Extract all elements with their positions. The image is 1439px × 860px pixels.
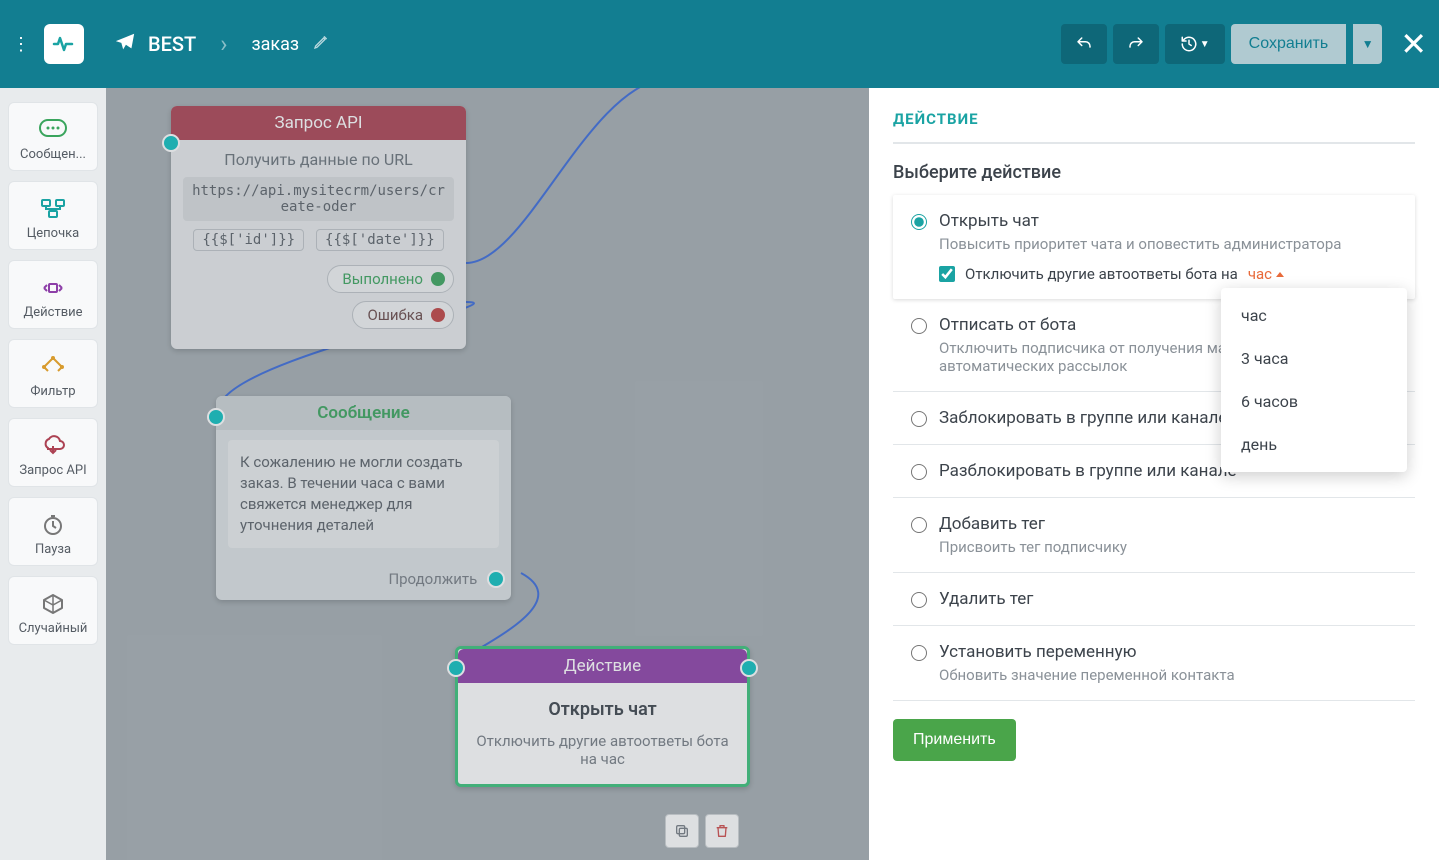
dropdown-item[interactable]: 6 часов	[1221, 380, 1407, 423]
telegram-icon	[114, 31, 136, 57]
caret-down-icon: ▼	[1200, 39, 1210, 50]
tool-action[interactable]: Действие	[8, 260, 98, 329]
out-error[interactable]: Ошибка	[352, 301, 454, 329]
undo-button[interactable]	[1061, 24, 1107, 64]
radio-open-chat[interactable]	[911, 214, 927, 230]
out-success[interactable]: Выполнено	[327, 265, 454, 293]
action-open-chat[interactable]: Открыть чат Повысить приоритет чата и оп…	[893, 195, 1415, 299]
bot-name[interactable]: BEST	[148, 32, 196, 56]
tool-palette: Сообщен... Цепочка Действие Фильтр Запро…	[0, 88, 106, 860]
action-panel: ДЕЙСТВИЕ Выберите действие Открыть чат П…	[869, 88, 1439, 860]
chain-icon	[13, 192, 93, 226]
node-act-title: Действие	[458, 649, 747, 683]
node-toolbar	[665, 814, 739, 848]
action-delete-tag[interactable]: Удалить тег	[893, 573, 1415, 626]
pencil-icon[interactable]	[313, 34, 329, 54]
dot-icon	[431, 272, 445, 286]
action-icon	[13, 271, 93, 305]
dice-icon	[13, 587, 93, 621]
trash-icon	[714, 823, 730, 839]
node-api-desc: Получить данные по URL	[183, 150, 454, 169]
time-select[interactable]: час	[1248, 265, 1284, 283]
node-msg-text: К сожалению не могли создать заказ. В те…	[228, 440, 499, 548]
save-dropdown-button[interactable]: ▼	[1352, 24, 1382, 64]
history-button[interactable]: ▼	[1165, 24, 1225, 64]
dropdown-item[interactable]: 3 часа	[1221, 337, 1407, 380]
redo-button[interactable]	[1113, 24, 1159, 64]
filter-icon	[13, 350, 93, 384]
radio-unsubscribe[interactable]	[911, 318, 927, 334]
cloud-api-icon	[13, 429, 93, 463]
select-action-label: Выберите действие	[893, 162, 1415, 183]
out-continue[interactable]: Продолжить	[388, 570, 477, 588]
radio-add-tag[interactable]	[911, 517, 927, 533]
duplicate-button[interactable]	[665, 814, 699, 848]
dropdown-item[interactable]: день	[1221, 423, 1407, 466]
close-button[interactable]: ✕	[1400, 28, 1427, 60]
dot-icon	[431, 308, 445, 322]
copy-icon	[674, 823, 690, 839]
flow-canvas[interactable]: Запрос API Получить данные по URL https:…	[106, 88, 869, 860]
checkbox-disable-autoreply[interactable]	[939, 266, 955, 282]
logo[interactable]	[44, 24, 84, 64]
drag-handle-icon[interactable]: ⋮	[12, 34, 30, 55]
breadcrumb-sep: ›	[220, 30, 227, 58]
node-action[interactable]: Действие Открыть чат Отключить другие ав…	[455, 646, 750, 787]
tool-random[interactable]: Случайный	[8, 576, 98, 645]
node-act-name: Открыть чат	[476, 699, 729, 720]
breadcrumb: BEST › заказ	[84, 30, 329, 58]
redo-icon	[1127, 35, 1145, 53]
tool-pause[interactable]: Пауза	[8, 497, 98, 566]
node-act-sub: Отключить другие автоответы бота на час	[476, 732, 729, 768]
dropdown-item[interactable]: час	[1221, 294, 1407, 337]
tool-chain[interactable]: Цепочка	[8, 181, 98, 250]
port-in[interactable]	[207, 408, 225, 426]
tool-message[interactable]: Сообщен...	[8, 102, 98, 171]
node-api-title: Запрос API	[171, 106, 466, 140]
apply-button[interactable]: Применить	[893, 719, 1016, 761]
port-in[interactable]	[162, 134, 180, 152]
action-add-tag[interactable]: Добавить тег Присвоить тег подписчику	[893, 498, 1415, 573]
undo-icon	[1075, 35, 1093, 53]
radio-set-var[interactable]	[911, 645, 927, 661]
header-toolbar: ▼ Сохранить ▼ ✕	[1061, 24, 1427, 64]
port-out[interactable]	[487, 570, 505, 588]
node-api-url: https://api.mysitecrm/users/create-oder	[183, 177, 454, 221]
node-message[interactable]: Сообщение К сожалению не могли создать з…	[216, 396, 511, 600]
radio-delete-tag[interactable]	[911, 592, 927, 608]
caret-up-icon	[1276, 272, 1284, 277]
time-dropdown: час 3 часа 6 часов день	[1221, 288, 1407, 472]
action-set-variable[interactable]: Установить переменную Обновить значение …	[893, 626, 1415, 701]
port-out[interactable]	[740, 659, 758, 677]
delete-button[interactable]	[705, 814, 739, 848]
port-in[interactable]	[447, 659, 465, 677]
node-msg-title: Сообщение	[216, 396, 511, 430]
tool-api[interactable]: Запрос API	[8, 418, 98, 487]
flow-name[interactable]: заказ	[251, 34, 299, 55]
chat-icon	[13, 113, 93, 147]
var-chip: {{$['id']}}	[193, 229, 304, 251]
node-api[interactable]: Запрос API Получить данные по URL https:…	[171, 106, 466, 349]
panel-heading: ДЕЙСТВИЕ	[893, 110, 1415, 144]
var-chip: {{$['date']}}	[316, 229, 444, 251]
radio-block[interactable]	[911, 411, 927, 427]
tool-filter[interactable]: Фильтр	[8, 339, 98, 408]
radio-unblock[interactable]	[911, 464, 927, 480]
history-icon	[1180, 35, 1198, 53]
pulse-icon	[52, 32, 76, 56]
stopwatch-icon	[13, 508, 93, 542]
save-button[interactable]: Сохранить	[1231, 24, 1347, 64]
header: ⋮ BEST › заказ ▼ Сохранить ▼ ✕	[0, 0, 1439, 88]
